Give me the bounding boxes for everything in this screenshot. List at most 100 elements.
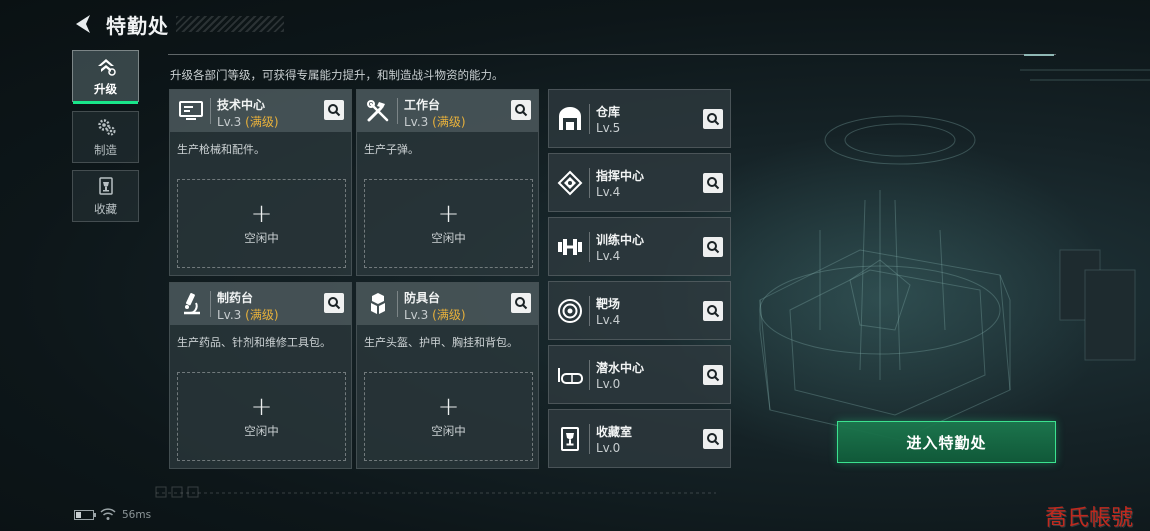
max-level-badge: (满级) — [245, 308, 279, 322]
station-name: 工作台 — [404, 98, 441, 112]
title-decoration — [176, 16, 284, 32]
plus-icon: + — [437, 391, 460, 422]
station-name: 防具台 — [404, 291, 441, 305]
search-icon — [328, 104, 341, 117]
slot-status: 空闲中 — [244, 423, 279, 438]
divider — [210, 98, 211, 124]
inspect-button[interactable] — [324, 293, 344, 313]
facility-shooting-range[interactable]: 靶场 Lv.4 — [548, 281, 731, 340]
tab-label: 收藏 — [94, 202, 117, 216]
level-value: Lv.3 — [404, 115, 429, 129]
plus-icon: + — [250, 198, 273, 229]
plus-icon: + — [250, 391, 273, 422]
chip-icon — [557, 170, 583, 196]
inspect-button[interactable] — [703, 365, 723, 385]
network-latency: 56ms — [122, 509, 152, 521]
divider — [589, 424, 590, 454]
inspect-button[interactable] — [703, 173, 723, 193]
facility-command-center[interactable]: 指挥中心 Lv.4 — [548, 153, 731, 212]
facility-level: Lv.5 — [596, 121, 621, 135]
station-name: 技术中心 — [217, 98, 266, 112]
facility-warehouse[interactable]: 仓库 Lv.5 — [548, 89, 731, 148]
back-arrow-icon[interactable] — [70, 10, 98, 38]
gears-icon — [97, 119, 115, 136]
station-level: Lv.3 (满级) — [217, 306, 279, 323]
slot-status: 空闲中 — [431, 230, 466, 245]
upgrade-icon — [97, 59, 116, 76]
station-level: Lv.3 (满级) — [217, 113, 279, 130]
station-description: 生产头盔、护甲、胸挂和背包。 — [364, 336, 518, 349]
facility-level: Lv.4 — [596, 313, 621, 327]
station-level: Lv.3 (满级) — [404, 306, 466, 323]
level-value: Lv.3 — [217, 115, 242, 129]
max-level-badge: (满级) — [245, 115, 279, 129]
max-level-badge: (满级) — [432, 308, 466, 322]
watermark: 喬氏帳號 — [1045, 506, 1134, 531]
divider — [397, 291, 398, 317]
diving-mask-icon — [558, 368, 583, 384]
facility-level: Lv.0 — [596, 377, 621, 391]
divider — [589, 104, 590, 134]
divider — [397, 98, 398, 124]
slot-status: 空闲中 — [431, 423, 466, 438]
station-card-tech-center[interactable]: 技术中心 Lv.3 (满级) 生产枪械和配件。 + 空闲中 — [169, 89, 352, 276]
station-card-workbench[interactable]: 工作台 Lv.3 (满级) 生产子弹。 + 空闲中 — [356, 89, 539, 276]
station-card-armor[interactable]: 防具台 Lv.3 (满级) 生产头盔、护甲、胸挂和背包。 + 空闲中 — [356, 282, 539, 469]
armor-icon — [371, 293, 385, 314]
station-card-pharmacy[interactable]: 制药台 Lv.3 (满级) 生产药品、针剂和维修工具包。 + 空闲中 — [169, 282, 352, 469]
enter-button-label: 进入特勤处 — [906, 433, 987, 452]
level-value: Lv.3 — [217, 308, 242, 322]
facility-collection-room[interactable]: 收藏室 Lv.0 — [548, 409, 731, 468]
search-icon — [515, 297, 528, 310]
facility-name: 收藏室 — [596, 425, 633, 439]
battery-icon — [74, 510, 96, 520]
tab-upgrade[interactable]: 升级 — [72, 50, 139, 104]
tab-crafting[interactable]: 制造 — [72, 111, 139, 163]
enter-special-ops-button[interactable]: 进入特勤处 — [837, 421, 1056, 463]
inspect-button[interactable] — [511, 100, 531, 120]
facility-training-center[interactable]: 训练中心 Lv.4 — [548, 217, 731, 276]
target-icon — [558, 299, 582, 323]
production-slot[interactable]: + 空闲中 — [364, 179, 533, 268]
station-name: 制药台 — [217, 291, 254, 305]
card-header: 技术中心 Lv.3 (满级) — [170, 90, 351, 132]
station-level: Lv.3 (满级) — [404, 113, 466, 130]
inspect-button[interactable] — [324, 100, 344, 120]
dumbbell-icon — [558, 239, 582, 255]
card-header: 工作台 Lv.3 (满级) — [357, 90, 538, 132]
divider — [589, 296, 590, 326]
tab-collection[interactable]: 收藏 — [72, 170, 139, 222]
trophy-icon — [98, 177, 113, 195]
wifi-icon — [100, 508, 116, 520]
warehouse-icon — [559, 107, 581, 130]
inspect-button[interactable] — [703, 237, 723, 257]
station-description: 生产枪械和配件。 — [177, 143, 265, 156]
card-header: 制药台 Lv.3 (满级) — [170, 283, 351, 325]
inspect-button[interactable] — [703, 301, 723, 321]
search-icon — [707, 113, 720, 126]
tab-label: 升级 — [94, 82, 117, 96]
inspect-button[interactable] — [703, 109, 723, 129]
search-icon — [707, 241, 720, 254]
facility-name: 训练中心 — [596, 233, 645, 247]
production-slot[interactable]: + 空闲中 — [177, 372, 346, 461]
microscope-icon — [184, 293, 200, 315]
facility-level: Lv.4 — [596, 249, 621, 263]
search-icon — [707, 305, 720, 318]
page-description: 升级各部门等级，可获得专属能力提升，和制造战斗物资的能力。 — [170, 68, 504, 82]
production-slot[interactable]: + 空闲中 — [364, 372, 533, 461]
inspect-button[interactable] — [703, 429, 723, 449]
inspect-button[interactable] — [511, 293, 531, 313]
page-title: 特勤处 — [106, 14, 169, 38]
production-slot[interactable]: + 空闲中 — [177, 179, 346, 268]
facility-level: Lv.0 — [596, 441, 621, 455]
divider — [210, 291, 211, 317]
facility-diving-center[interactable]: 潜水中心 Lv.0 — [548, 345, 731, 404]
trophy-icon — [561, 427, 579, 451]
facility-name: 仓库 — [596, 105, 621, 119]
plus-icon: + — [437, 198, 460, 229]
header-divider-accent — [1024, 54, 1054, 56]
search-icon — [707, 433, 720, 446]
divider — [589, 360, 590, 390]
facility-name: 靶场 — [596, 297, 621, 311]
